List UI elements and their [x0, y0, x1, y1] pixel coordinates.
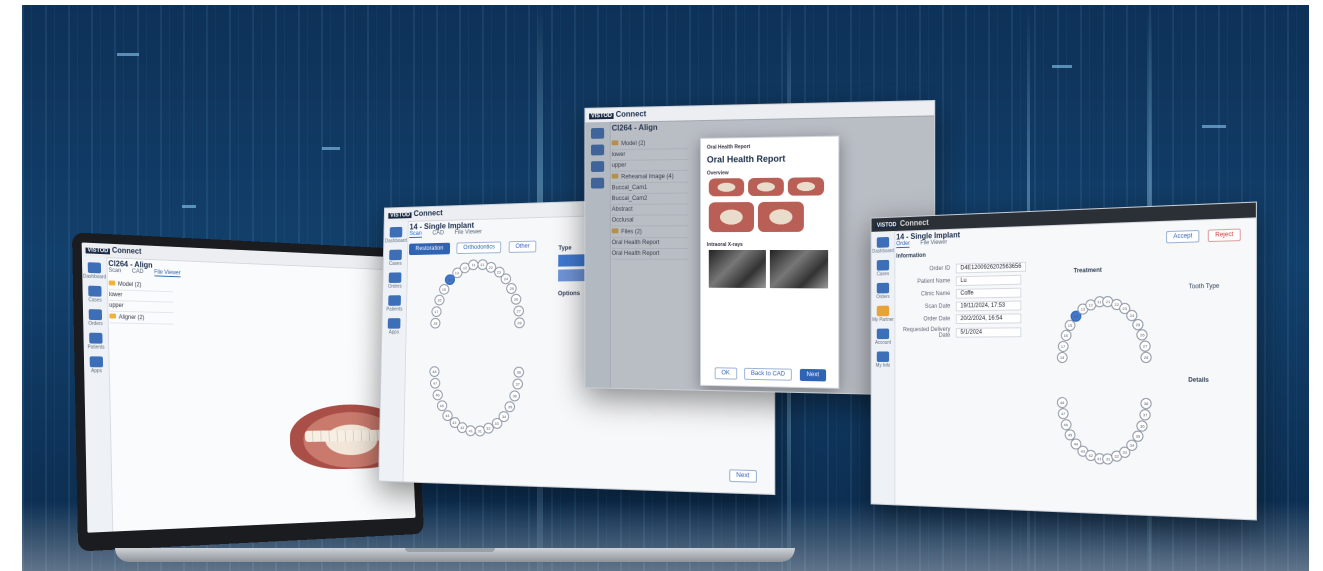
laptop-main: Cl264 - Align Scan CAD File Viewer Model… [108, 259, 412, 527]
xray-image[interactable] [709, 250, 766, 288]
tab-cad[interactable]: CAD [132, 269, 144, 275]
tooth-26[interactable]: 26 [511, 293, 522, 304]
other-button[interactable]: Other [509, 241, 537, 253]
tab-scan[interactable]: Scan [409, 231, 421, 238]
oral-health-report-modal: Oral Health Report Oral Health Report Ov… [700, 136, 839, 389]
tab-scan[interactable]: Scan [108, 268, 121, 274]
scan-thumbnail[interactable] [758, 202, 804, 232]
cases-icon[interactable] [389, 250, 402, 261]
scan-thumbnail[interactable] [709, 178, 744, 196]
apps-icon[interactable] [388, 318, 401, 329]
tooth-28[interactable]: 28 [1140, 352, 1151, 363]
tooth-16[interactable]: 16 [434, 294, 444, 305]
laptop-base [115, 548, 795, 562]
tooth-type-label: Tooth Type [1189, 284, 1220, 291]
scan-thumbnail[interactable] [748, 178, 784, 196]
xray-image[interactable] [770, 250, 828, 288]
tooth-27[interactable]: 27 [1140, 340, 1151, 351]
order-window: VISTOD Connect Dashboard Cases Orders My … [871, 201, 1257, 520]
cases-icon[interactable] [877, 260, 889, 271]
order-tooth-chart: 18 17 16 15 14 13 12 11 21 22 23 24 25 26 27 28 48 47 46 45… [1054, 295, 1164, 491]
laptop-lid: VISTOD Connect Dashboard Cases Orders Pat… [72, 232, 424, 551]
back-to-cad-button[interactable]: Back to CAD [744, 368, 792, 381]
cases-icon[interactable] [88, 286, 101, 297]
dashboard-icon[interactable] [390, 227, 403, 238]
details-label: Details [1188, 378, 1209, 384]
tooth-18[interactable]: 18 [430, 318, 440, 329]
tooth-47[interactable]: 47 [430, 378, 440, 389]
order-sidebar: Dashboard Cases Orders My Partner Accoun… [872, 231, 896, 504]
account-icon[interactable] [877, 329, 889, 340]
folder-icon [109, 314, 116, 319]
dashboard-icon[interactable] [877, 237, 889, 248]
tooth-chart: 18 17 16 15 14 13 12 11 21 22 23 24 25 26 27 28 48 47 46 45… [423, 258, 539, 457]
accept-button[interactable]: Accept [1166, 230, 1200, 244]
tab-file-viewer[interactable]: File Viewer [154, 270, 181, 278]
tooth-35[interactable]: 35 [1132, 431, 1143, 442]
scan-thumbnail[interactable] [788, 177, 824, 195]
patients-icon[interactable] [89, 333, 102, 344]
laptop-screen: VISTOD Connect Dashboard Cases Orders Pat… [82, 242, 416, 532]
tooth-34[interactable]: 34 [499, 411, 510, 422]
tooth-17[interactable]: 17 [1058, 340, 1069, 351]
tooth-18[interactable]: 18 [1057, 352, 1068, 363]
tooth-26[interactable]: 26 [1137, 329, 1148, 340]
apps-icon[interactable] [90, 356, 103, 367]
tab-cad[interactable]: CAD [432, 230, 444, 236]
tooth-38[interactable]: 38 [1140, 398, 1151, 409]
folder-icon [109, 280, 116, 285]
treatment-label: Treatment [1074, 268, 1102, 275]
modal-title: Oral Health Report [707, 153, 832, 165]
tooth-28[interactable]: 28 [514, 317, 525, 328]
tooth-47[interactable]: 47 [1058, 408, 1069, 419]
tooth-37[interactable]: 37 [512, 379, 523, 390]
restoration-button[interactable]: Restoration [409, 243, 450, 255]
tooth-27[interactable]: 27 [513, 305, 524, 316]
tab-file-viewer[interactable]: File Viewer [920, 240, 947, 247]
tab-order[interactable]: Order [896, 241, 910, 248]
tooth-38[interactable]: 38 [513, 367, 524, 378]
tooth-48[interactable]: 48 [1057, 397, 1068, 408]
tooth-48[interactable]: 48 [429, 366, 439, 377]
tooth-16[interactable]: 16 [1060, 329, 1071, 340]
reject-button[interactable]: Reject [1208, 228, 1241, 242]
ok-button[interactable]: OK [715, 367, 737, 379]
tooth-15[interactable]: 15 [439, 284, 449, 295]
tooth-46[interactable]: 46 [432, 390, 442, 401]
next-button[interactable]: Next [729, 469, 757, 483]
next-button[interactable]: Next [800, 369, 827, 382]
tooth-36[interactable]: 36 [509, 391, 520, 402]
tooth-37[interactable]: 37 [1140, 410, 1151, 421]
tooth-25[interactable]: 25 [507, 283, 518, 294]
tooth-35[interactable]: 35 [505, 401, 516, 412]
tooth-17[interactable]: 17 [431, 306, 441, 317]
order-main: 14 - Single Implant Order File Viewer Ac… [896, 220, 1251, 515]
my-info-icon[interactable] [877, 351, 889, 361]
orders-icon[interactable] [389, 272, 402, 283]
patients-icon[interactable] [388, 295, 401, 306]
dashboard-icon[interactable] [88, 262, 101, 273]
tooth-36[interactable]: 36 [1137, 421, 1148, 432]
modal-header: Oral Health Report [707, 143, 832, 151]
list-item[interactable]: Aligner (2) [109, 312, 173, 325]
orders-icon[interactable] [877, 283, 889, 294]
orders-icon[interactable] [89, 309, 102, 320]
orthodontics-button[interactable]: Orthodontics [457, 241, 502, 254]
scan-thumbnail[interactable] [709, 202, 754, 232]
partner-icon[interactable] [877, 306, 889, 317]
tab-file-viewer[interactable]: File Viewer [455, 229, 482, 236]
